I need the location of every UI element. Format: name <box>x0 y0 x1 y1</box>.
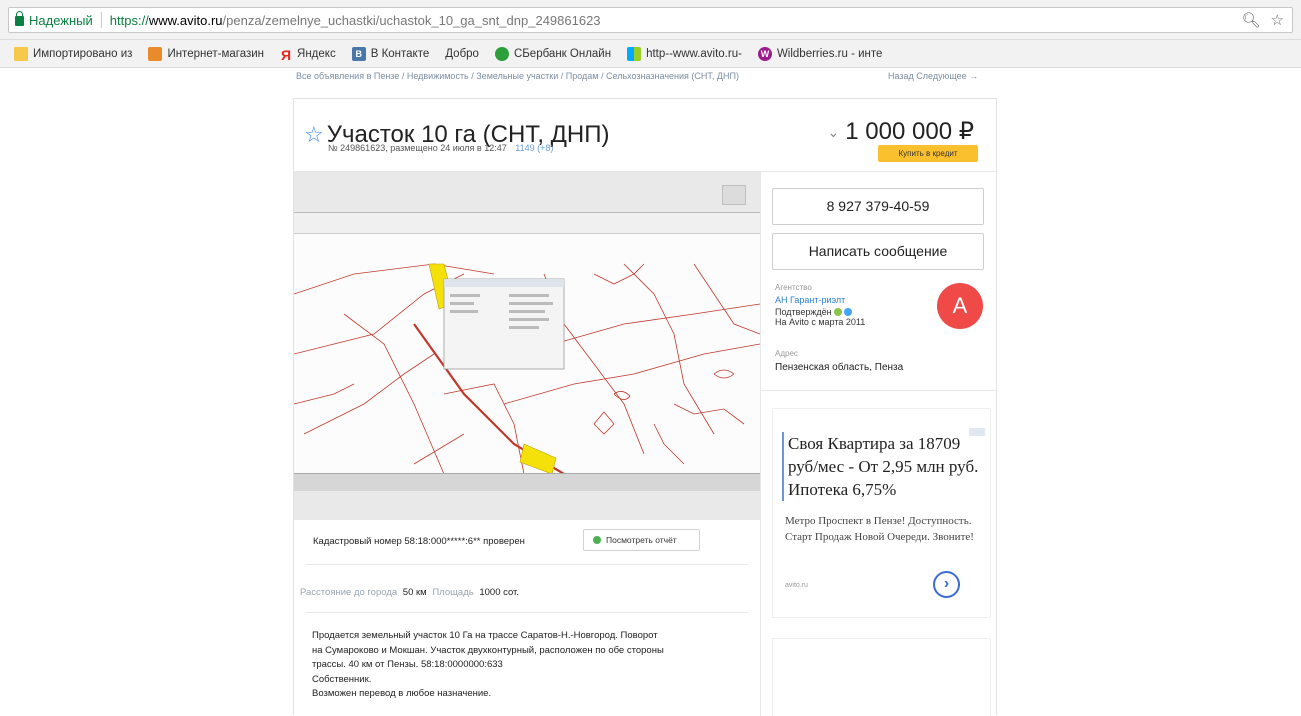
show-phone-button[interactable]: 8 927 379-40-59 <box>772 188 984 225</box>
photo-gallery[interactable] <box>294 171 760 520</box>
address: Пензенская область, Пенза <box>775 362 904 373</box>
divider <box>761 390 998 391</box>
listing-card: ☆ Участок 10 га (СНТ, ДНП) № 249861623, … <box>293 98 998 716</box>
listing-photo <box>294 212 760 491</box>
description-line: на Сумароково и Мокшан. Участок двухконт… <box>312 644 664 656</box>
zoom-icon[interactable]: 🔍︎ <box>1242 11 1261 29</box>
distance-value: 50 км <box>402 587 427 598</box>
bookmark-wildberries[interactable]: W Wildberries.ru - инте <box>757 46 883 61</box>
description-line: Продается земельный участок 10 Га на тра… <box>312 630 658 641</box>
write-message-button[interactable]: Написать сообщение <box>772 233 984 270</box>
bookmark-label: СБербанк Онлайн <box>513 47 612 60</box>
description-line: трассы. 40 км от Пензы. 58:18:0000000:63… <box>312 659 503 670</box>
ad-domain: avito.ru <box>785 582 808 589</box>
views-count: 1149 (+8) <box>515 143 554 153</box>
yandex-icon: Я <box>280 46 292 63</box>
verified-info-icon <box>843 308 852 316</box>
bookmark-label: В Контакте <box>370 47 430 60</box>
folder-icon <box>14 46 28 61</box>
bookmark-yandex[interactable]: Я Яндекс <box>280 46 336 63</box>
ad-banner-2 <box>772 638 991 716</box>
avito-icon <box>627 46 642 61</box>
favorite-star-icon[interactable]: ☆ <box>304 124 324 146</box>
omnibox[interactable]: Надежный https:// www.avito.ru /penza/ze… <box>8 7 1293 33</box>
price: ⌄ 1 000 000 ₽ <box>828 117 974 146</box>
ad-arrow-icon[interactable]: › <box>933 571 960 598</box>
cadastral-number: Кадастровый номер 58:18:000*****:6** про… <box>313 536 525 547</box>
photo-toolbar <box>294 213 760 234</box>
bookmark-avito[interactable]: http--www.avito.ru- <box>627 46 742 61</box>
bookmark-label: Интернет-магазин <box>167 47 265 60</box>
verified-label: Подтверждён <box>775 307 832 317</box>
prev-next-links[interactable]: Назад Следующее → <box>888 71 978 81</box>
view-report-button[interactable]: Посмотреть отчёт <box>583 529 700 551</box>
bookmark-vk[interactable]: B В Контакте <box>351 46 430 61</box>
bookmark-imported[interactable]: Импортировано из <box>14 46 133 61</box>
description-line: Возможен перевод в любое назначение. <box>312 688 492 699</box>
vk-icon: B <box>351 46 366 61</box>
divider <box>306 612 748 613</box>
wildberries-icon: W <box>757 46 772 61</box>
bookmark-dobro[interactable]: Добро <box>445 48 479 60</box>
address-label: Адрес <box>775 349 798 358</box>
divider <box>760 171 761 716</box>
avatar[interactable]: A <box>937 283 983 329</box>
url-scheme: https:// <box>109 12 149 28</box>
photo-statusbar <box>294 473 760 491</box>
cadastral-map-image <box>294 234 760 475</box>
bookmark-shop[interactable]: Интернет-магазин <box>148 46 265 61</box>
divider <box>100 12 102 28</box>
ad-headline[interactable]: Своя Квартира за 18709 руб/мес - От 2,95… <box>782 432 980 501</box>
area-label: Площадь <box>432 587 474 598</box>
ad-text: Метро Проспект в Пензе! Доступность. Ста… <box>785 515 974 543</box>
shop-icon <box>148 46 163 61</box>
breadcrumb[interactable]: Все объявления в Пензе / Недвижимость / … <box>296 71 739 81</box>
map-drawing <box>294 234 760 475</box>
secure-label: Надежный <box>29 12 93 28</box>
lock-icon <box>15 11 24 26</box>
bookmark-label: http--www.avito.ru- <box>646 47 742 60</box>
price-history-icon[interactable]: ⌄ <box>828 124 840 140</box>
bookmark-star-icon[interactable]: ☆ <box>1271 11 1284 29</box>
ad-banner[interactable]: Своя Квартира за 18709 руб/мес - От 2,95… <box>772 408 991 618</box>
fullscreen-icon[interactable] <box>722 185 746 205</box>
address-bar: Надежный https:// www.avito.ru /penza/ze… <box>0 0 1301 40</box>
check-icon <box>593 536 601 544</box>
url-path: /penza/zemelnye_uchastki/uchastok_10_ga_… <box>222 12 601 28</box>
distance-label: Расстояние до города <box>300 587 398 598</box>
bookmark-label: Wildberries.ru - инте <box>776 47 883 60</box>
listing-number-date: № 249861623, размещено 24 июля в 12:47 <box>328 143 507 153</box>
price-value: 1 000 000 ₽ <box>845 118 974 145</box>
url-host: www.avito.ru <box>148 12 223 28</box>
divider <box>306 564 748 565</box>
bookmarks-bar: Импортировано из Интернет-магазин Я Янде… <box>0 40 1301 68</box>
listing-params: Расстояние до города 50 км Площадь 1000 … <box>300 587 522 598</box>
description-line: Собственник. <box>312 673 372 685</box>
bookmark-sberbank[interactable]: СБербанк Онлайн <box>494 46 612 61</box>
bookmark-label: Яндекс <box>297 47 336 60</box>
buy-on-credit-button[interactable]: Купить в кредит <box>878 145 978 162</box>
bookmark-label: Импортировано из <box>33 47 133 60</box>
area-value: 1000 сот. <box>479 587 519 598</box>
bookmark-label: Добро <box>445 47 479 60</box>
description: Продается земельный участок 10 Га на тра… <box>312 629 752 702</box>
listing-meta: № 249861623, размещено 24 июля в 12:47 1… <box>328 143 553 153</box>
sberbank-icon <box>494 46 509 61</box>
view-report-label: Посмотреть отчёт <box>606 535 677 545</box>
verified-check-icon <box>833 308 842 316</box>
